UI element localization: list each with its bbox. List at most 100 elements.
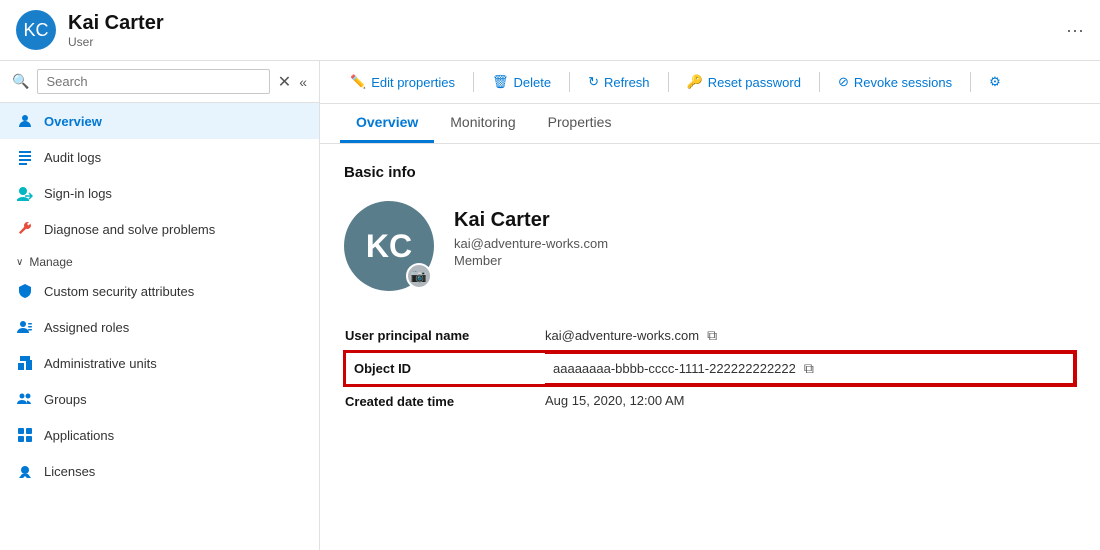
header-user-info: Kai Carter User	[68, 12, 1046, 49]
sidebar-item-diagnose[interactable]: Diagnose and solve problems	[0, 211, 319, 247]
delete-icon: 🗑	[492, 74, 509, 90]
sidebar-item-overview[interactable]: Overview	[0, 103, 319, 139]
profile-row: KC 📷 Kai Carter kai@adventure-works.com …	[344, 201, 1076, 291]
content-body: Basic info KC 📷 Kai Carter kai@adventure…	[320, 144, 1100, 550]
tab-properties[interactable]: Properties	[532, 104, 628, 143]
sidebar-assigned-roles-label: Assigned roles	[44, 320, 303, 335]
wrench-icon	[16, 220, 34, 238]
header-avatar: KC	[16, 10, 56, 50]
toolbar: ✏️ Edit properties 🗑 Delete ↻ Refresh 🔑 …	[320, 61, 1100, 104]
header-avatar-initials: KC	[23, 20, 48, 41]
search-close-icon[interactable]: ✕	[278, 72, 291, 92]
sidebar-admin-units-label: Administrative units	[44, 356, 303, 371]
toolbar-divider-1	[473, 72, 474, 92]
manage-section-header[interactable]: ∨ Manage	[0, 247, 319, 273]
upn-copy-icon[interactable]: ⧉	[707, 327, 717, 344]
sidebar-signin-logs-label: Sign-in logs	[44, 186, 303, 201]
header-user-role: User	[68, 35, 1046, 49]
object-id-value-cell: aaaaaaaa-bbbb-cccc-1111-222222222222 ⧉	[545, 352, 1075, 385]
settings-button[interactable]: ⚙	[979, 69, 1011, 95]
header-user-name: Kai Carter	[68, 12, 1046, 35]
sidebar-item-licenses[interactable]: Licenses	[0, 453, 319, 489]
object-id-copy-icon[interactable]: ⧉	[804, 360, 814, 377]
sidebar: 🔍 ✕ « Overview Audit logs Sign-in logs	[0, 61, 320, 550]
toolbar-divider-3	[668, 72, 669, 92]
manage-section-label: Manage	[29, 255, 72, 269]
delete-button[interactable]: 🗑 Delete	[482, 69, 561, 95]
upn-value-cell: kai@adventure-works.com ⧉	[545, 319, 1074, 352]
profile-email: kai@adventure-works.com	[454, 236, 608, 251]
main-layout: 🔍 ✕ « Overview Audit logs Sign-in logs	[0, 61, 1100, 550]
sidebar-audit-logs-label: Audit logs	[44, 150, 303, 165]
edit-properties-label: Edit properties	[371, 75, 455, 90]
shield-icon	[16, 282, 34, 300]
sidebar-licenses-label: Licenses	[44, 464, 303, 479]
toolbar-divider-2	[569, 72, 570, 92]
signin-icon	[16, 184, 34, 202]
sidebar-item-applications[interactable]: Applications	[0, 417, 319, 453]
edit-properties-button[interactable]: ✏️ Edit properties	[340, 69, 465, 95]
reset-password-label: Reset password	[708, 75, 801, 90]
search-collapse-icon[interactable]: «	[299, 74, 307, 90]
key-icon: 🔑	[687, 74, 703, 90]
header-more-button[interactable]: ···	[1066, 20, 1084, 41]
sidebar-item-custom-security[interactable]: Custom security attributes	[0, 273, 319, 309]
avatar-container: KC 📷	[344, 201, 434, 291]
sidebar-applications-label: Applications	[44, 428, 303, 443]
revoke-sessions-button[interactable]: ⊘ Revoke sessions	[828, 69, 962, 95]
tab-monitoring[interactable]: Monitoring	[434, 104, 531, 143]
page-header: KC Kai Carter User ···	[0, 0, 1100, 61]
sidebar-item-admin-units[interactable]: Administrative units	[0, 345, 319, 381]
group-icon	[16, 390, 34, 408]
sidebar-groups-label: Groups	[44, 392, 303, 407]
profile-initials: KC	[366, 228, 412, 265]
sidebar-item-assigned-roles[interactable]: Assigned roles	[0, 309, 319, 345]
section-title: Basic info	[344, 164, 1076, 181]
role-icon	[16, 318, 34, 336]
object-id-value: aaaaaaaa-bbbb-cccc-1111-222222222222	[553, 361, 796, 376]
camera-icon[interactable]: 📷	[406, 263, 432, 289]
table-row-object-id: Object ID aaaaaaaa-bbbb-cccc-1111-222222…	[345, 352, 1075, 385]
manage-chevron-icon: ∨	[16, 257, 23, 268]
info-table: User principal name kai@adventure-works.…	[344, 319, 1076, 417]
upn-label: User principal name	[345, 319, 545, 352]
gear-icon: ⚙	[989, 74, 1001, 90]
license-icon	[16, 462, 34, 480]
content-area: ✏️ Edit properties 🗑 Delete ↻ Refresh 🔑 …	[320, 61, 1100, 550]
created-date-label: Created date time	[345, 385, 545, 417]
sidebar-overview-label: Overview	[44, 114, 303, 129]
object-id-label: Object ID	[345, 352, 545, 385]
search-input[interactable]	[37, 69, 269, 94]
profile-info: Kai Carter kai@adventure-works.com Membe…	[454, 201, 608, 268]
sidebar-item-audit-logs[interactable]: Audit logs	[0, 139, 319, 175]
created-date-value: Aug 15, 2020, 12:00 AM	[545, 393, 685, 408]
refresh-button[interactable]: ↻ Refresh	[578, 69, 659, 95]
tab-bar: Overview Monitoring Properties	[320, 104, 1100, 144]
sidebar-diagnose-label: Diagnose and solve problems	[44, 222, 303, 237]
reset-password-button[interactable]: 🔑 Reset password	[677, 69, 811, 95]
delete-label: Delete	[514, 75, 552, 90]
sidebar-item-sign-in-logs[interactable]: Sign-in logs	[0, 175, 319, 211]
table-row-upn: User principal name kai@adventure-works.…	[345, 319, 1075, 352]
toolbar-divider-5	[970, 72, 971, 92]
revoke-sessions-label: Revoke sessions	[854, 75, 952, 90]
edit-icon: ✏️	[350, 74, 366, 90]
search-bar: 🔍 ✕ «	[0, 61, 319, 103]
tab-overview[interactable]: Overview	[340, 104, 434, 143]
sidebar-item-groups[interactable]: Groups	[0, 381, 319, 417]
created-date-value-cell: Aug 15, 2020, 12:00 AM	[545, 385, 1075, 416]
refresh-label: Refresh	[604, 75, 650, 90]
upn-value: kai@adventure-works.com	[545, 328, 699, 343]
toolbar-divider-4	[819, 72, 820, 92]
sidebar-custom-security-label: Custom security attributes	[44, 284, 303, 299]
profile-type: Member	[454, 253, 608, 268]
search-icon: 🔍	[12, 73, 29, 90]
refresh-icon: ↻	[588, 74, 599, 90]
ban-icon: ⊘	[838, 74, 849, 90]
profile-name: Kai Carter	[454, 209, 608, 232]
admin-icon	[16, 354, 34, 372]
list-icon	[16, 148, 34, 166]
app-icon	[16, 426, 34, 444]
person-icon	[16, 112, 34, 130]
table-row-created-date: Created date time Aug 15, 2020, 12:00 AM	[345, 385, 1075, 417]
